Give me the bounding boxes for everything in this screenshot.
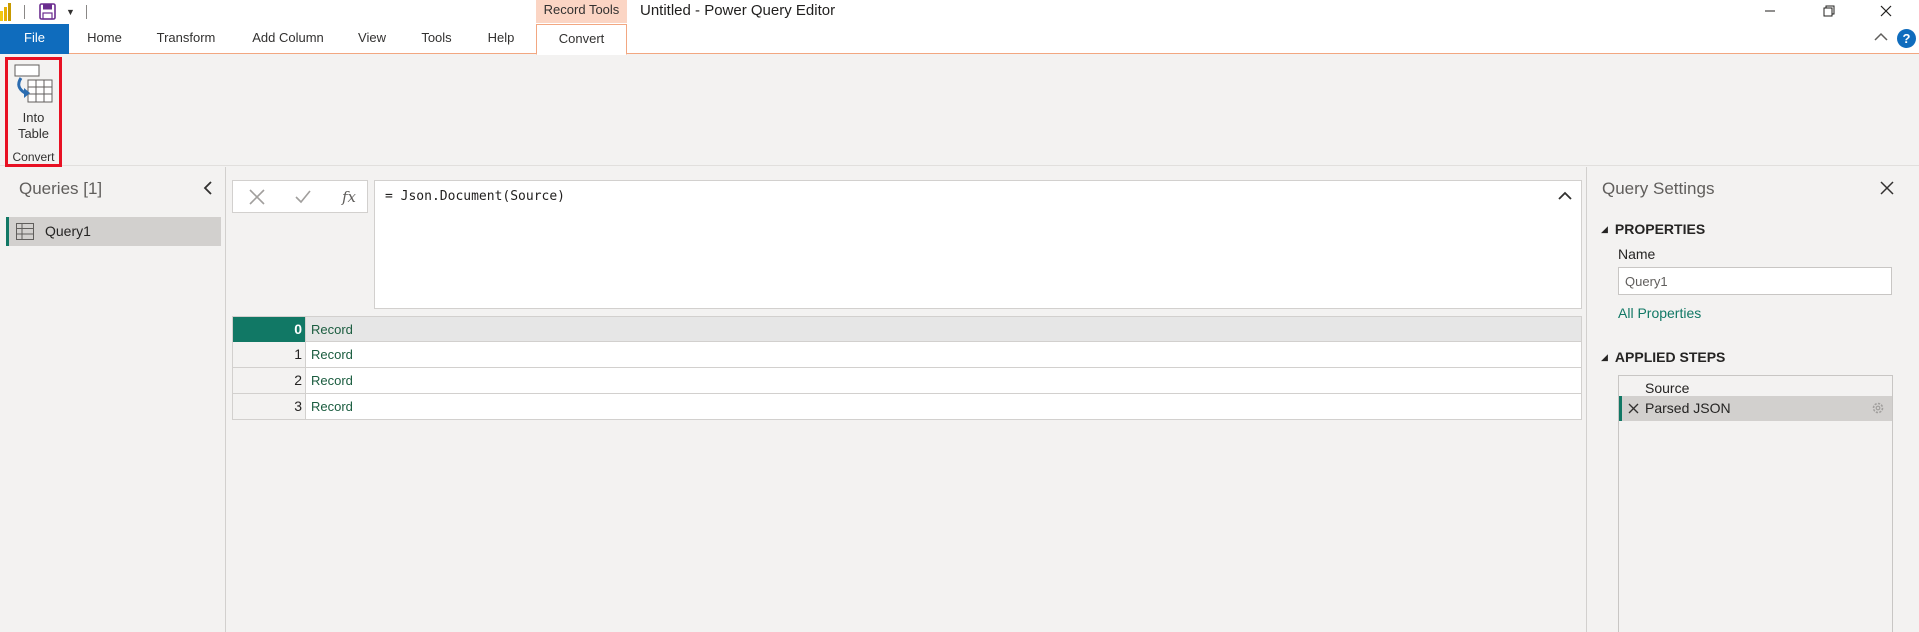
applied-steps-header-label: APPLIED STEPS (1614, 349, 1726, 365)
queries-pane-title: Queries [1] (19, 179, 103, 198)
table-icon (16, 223, 34, 240)
collapse-ribbon-icon[interactable] (1874, 32, 1888, 42)
ribbon-tab-bar: File Home Transform Add Column View Tool… (0, 24, 1919, 55)
row-number[interactable]: 2 (233, 368, 306, 393)
commit-formula-button[interactable] (285, 181, 321, 212)
title-bar: ▼ Record Tools Untitled - Power Query Ed… (0, 0, 1919, 24)
chevron-up-icon[interactable] (1558, 191, 1572, 201)
formula-text[interactable]: = Json.Document(Source) (385, 189, 565, 204)
restore-icon (1823, 5, 1835, 17)
table-row[interactable]: 0 Record (232, 316, 1582, 342)
tab-view[interactable]: View (352, 24, 392, 54)
contextual-tab-group-header: Record Tools (536, 0, 627, 23)
query-settings-pane: Query Settings ◢ PROPERTIES Name All Prop… (1586, 167, 1919, 632)
tab-help[interactable]: Help (481, 24, 521, 54)
minimize-button[interactable] (1747, 0, 1793, 22)
record-link[interactable]: Record (311, 342, 353, 367)
step-label: Parsed JSON (1645, 400, 1731, 416)
tab-convert[interactable]: Convert (536, 24, 627, 55)
step-label: Source (1645, 380, 1690, 396)
ribbon: Into Table Convert (0, 55, 1919, 167)
quick-access-separator (24, 5, 25, 19)
row-number[interactable]: 0 (233, 317, 306, 342)
query-list-item[interactable]: Query1 (6, 217, 221, 246)
into-table-label: Into Table (17, 110, 50, 141)
tab-transform[interactable]: Transform (148, 24, 224, 54)
minimize-icon (1765, 10, 1775, 12)
into-table-button[interactable]: Into Table Convert (5, 57, 62, 167)
window-title: Untitled - Power Query Editor (640, 2, 836, 19)
applied-steps-section-header[interactable]: ◢ APPLIED STEPS (1601, 349, 1725, 365)
query-item-label: Query1 (45, 223, 91, 239)
quick-access-separator (86, 5, 87, 19)
quick-access-dropdown-icon[interactable]: ▼ (66, 7, 75, 17)
properties-section-header[interactable]: ◢ PROPERTIES (1601, 221, 1705, 237)
close-icon (1880, 5, 1892, 17)
save-icon[interactable] (39, 3, 56, 20)
help-icon[interactable]: ? (1897, 29, 1916, 48)
gear-icon[interactable] (1871, 401, 1885, 415)
power-bi-logo-icon (0, 3, 11, 21)
tab-add-column[interactable]: Add Column (245, 24, 331, 54)
insert-function-button[interactable]: fx (331, 181, 367, 212)
tab-tools[interactable]: Tools (413, 24, 460, 54)
table-row[interactable]: 2 Record (232, 368, 1582, 394)
formula-editor[interactable]: = Json.Document(Source) (374, 180, 1582, 309)
cancel-icon (249, 188, 265, 205)
applied-step-parsed-json[interactable]: Parsed JSON (1619, 396, 1892, 421)
all-properties-link[interactable]: All Properties (1618, 305, 1701, 321)
delete-step-icon[interactable] (1628, 403, 1639, 414)
tab-home[interactable]: Home (80, 24, 129, 54)
query-settings-title: Query Settings (1602, 179, 1715, 198)
ribbon-group-label: Convert (12, 150, 55, 164)
row-number[interactable]: 3 (233, 394, 306, 419)
name-label: Name (1618, 246, 1656, 262)
collapse-triangle-icon: ◢ (1601, 352, 1608, 362)
record-link[interactable]: Record (311, 317, 353, 342)
chevron-left-icon[interactable] (203, 181, 213, 195)
cancel-formula-button[interactable] (239, 181, 275, 212)
close-window-button[interactable] (1863, 0, 1909, 22)
data-grid: 0 Record 1 Record 2 Record 3 Record (232, 316, 1582, 420)
into-table-icon (14, 64, 53, 103)
tab-file[interactable]: File (0, 24, 69, 54)
query-name-input[interactable] (1618, 267, 1892, 295)
properties-header-label: PROPERTIES (1614, 221, 1706, 237)
close-icon[interactable] (1880, 181, 1894, 195)
record-link[interactable]: Record (311, 394, 353, 419)
checkmark-icon (295, 189, 311, 203)
table-row[interactable]: 1 Record (232, 342, 1582, 368)
formula-bar-buttons: fx (232, 180, 368, 213)
applied-steps-list: Source Parsed JSON (1618, 375, 1893, 632)
row-number[interactable]: 1 (233, 342, 306, 367)
record-link[interactable]: Record (311, 368, 353, 393)
queries-pane: Queries [1] Query1 (0, 167, 226, 632)
collapse-triangle-icon: ◢ (1601, 224, 1608, 234)
restore-button[interactable] (1806, 0, 1852, 22)
table-row[interactable]: 3 Record (232, 394, 1582, 420)
